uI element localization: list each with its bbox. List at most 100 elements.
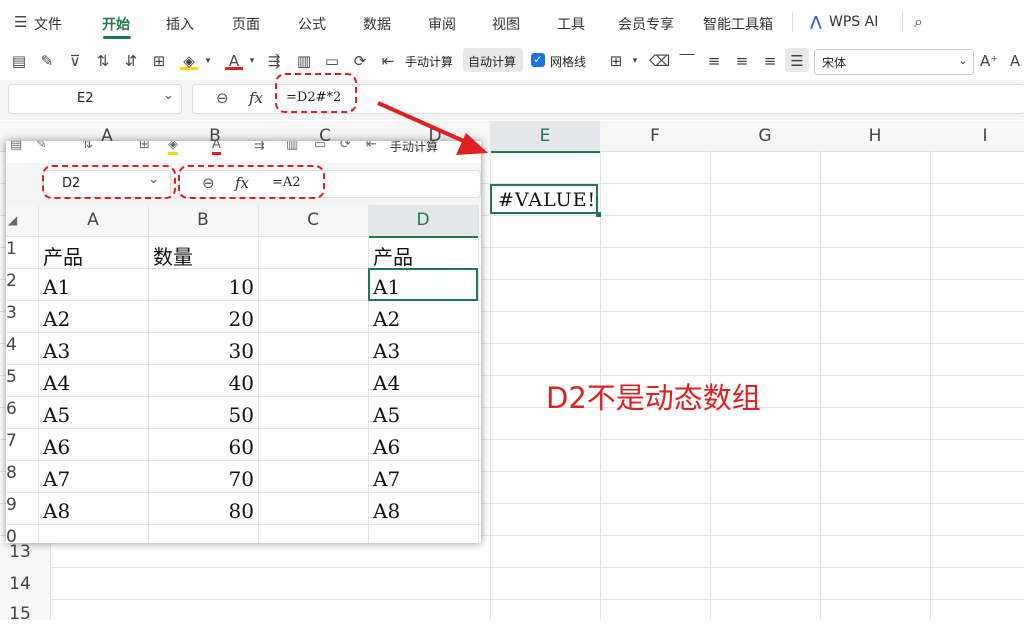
menu-wps-ai[interactable]: WPS AI <box>829 14 878 30</box>
inner-col-header-a: A <box>87 210 99 230</box>
chevron-down-icon[interactable]: ⌄ <box>163 88 174 103</box>
col-header-a[interactable]: A <box>52 121 162 141</box>
menu-tab-tools[interactable]: 工具 <box>557 14 585 34</box>
auto-calc-button[interactable]: 自动计算 <box>468 53 516 70</box>
inner-cell-a7: A6 <box>43 435 71 459</box>
inner-cell-a1: 产品 <box>43 245 83 269</box>
arrow-shaft <box>377 101 469 145</box>
annotation-text: D2不是动态数组 <box>546 381 761 415</box>
menu-file[interactable]: 文件 <box>34 14 62 34</box>
gridline <box>820 151 821 620</box>
menu-divider <box>792 12 793 32</box>
menu-icon[interactable]: ☰ <box>14 13 27 31</box>
inner-cell-a3: A2 <box>43 307 71 331</box>
align-center-icon[interactable]: ≡ <box>733 52 751 70</box>
cell-e2-value: #VALUE! <box>498 189 597 211</box>
menu-tab-formula[interactable]: 公式 <box>298 14 326 34</box>
menu-tab-member[interactable]: 会员专享 <box>618 14 674 34</box>
menu-tab-view[interactable]: 视图 <box>492 14 520 34</box>
inner-cell-a4: A3 <box>43 339 71 363</box>
clear-format-icon[interactable]: ⌫ <box>649 52 670 70</box>
inner-row-header-5: 5 <box>6 367 17 387</box>
menu-divider <box>902 12 903 32</box>
dropdown-arrow-icon[interactable]: ▾ <box>626 52 644 70</box>
increase-font-icon[interactable]: A⁺ <box>980 52 998 70</box>
inner-row-header-8: 8 <box>6 463 17 483</box>
sort-ascending-icon[interactable]: ⇅ <box>94 52 112 70</box>
table-style-icon[interactable]: ⊞ <box>607 52 625 70</box>
zoom-icon[interactable]: ⊖ <box>216 89 229 107</box>
calculate-icon[interactable]: ⟳ <box>351 52 369 70</box>
paste-icon[interactable]: ▤ <box>10 52 28 70</box>
merge-cells-icon[interactable]: ▥ <box>295 52 313 70</box>
fill-handle[interactable] <box>596 212 601 217</box>
paste-icon: ▤ <box>10 141 23 152</box>
gridline <box>490 151 491 620</box>
gridlines-checkbox[interactable]: ✓ <box>531 53 545 67</box>
inner-cell-a2: A1 <box>43 275 71 299</box>
decrease-font-icon[interactable]: A <box>1006 52 1024 70</box>
format-painter-icon[interactable]: ✎ <box>38 52 56 70</box>
search-icon[interactable]: ⌕ <box>914 12 923 32</box>
fill-color-icon: ◈ <box>168 141 178 155</box>
select-all-icon: ◢ <box>8 213 18 227</box>
gridline <box>930 151 931 620</box>
recalc-icon[interactable]: ⇤ <box>379 52 397 70</box>
gridline <box>6 364 481 365</box>
row-header-14[interactable]: 14 <box>0 574 40 594</box>
wrap-text-icon: ⇶ <box>254 141 265 152</box>
col-header-f[interactable]: F <box>600 121 710 151</box>
sort-ascending-icon: ⇅ <box>82 141 93 152</box>
col-header-b[interactable]: B <box>160 121 270 141</box>
borders-icon[interactable]: ⊞ <box>150 52 168 70</box>
gridlines-label: 网格线 <box>550 55 587 69</box>
row-header-13[interactable]: 13 <box>0 542 40 562</box>
fx-icon[interactable]: fx <box>249 89 263 107</box>
borders-icon: ⊞ <box>139 141 150 152</box>
align-left-icon[interactable]: ≡ <box>705 52 723 70</box>
col-header-i[interactable]: I <box>930 121 1024 151</box>
inner-cell-b6: 50 <box>228 403 254 427</box>
gridline <box>6 332 481 333</box>
inner-row-header-1: 1 <box>6 239 17 259</box>
inner-sheet-window: ▤ ✎ ⇅ ⊞ ◈ A ⇶ ▥ ▭ ⟳ ⇤ 手动计算 D2 ⌄ ⊖ fx =A2… <box>6 141 481 543</box>
name-box-value: E2 <box>77 91 94 106</box>
inner-cell-b3: 20 <box>228 307 254 331</box>
sort-descending-icon[interactable]: ⇵ <box>122 52 140 70</box>
col-header-c[interactable]: C <box>270 121 380 141</box>
col-header-g[interactable]: G <box>710 121 820 151</box>
align-top-icon[interactable]: ⎺ <box>678 52 696 70</box>
menu-tab-data[interactable]: 数据 <box>363 14 391 34</box>
wrap-text-icon[interactable]: ⇶ <box>265 52 283 70</box>
align-right-icon[interactable]: ≡ <box>761 52 779 70</box>
chevron-down-icon[interactable]: ⌄ <box>954 52 972 70</box>
inner-col-header-d: D <box>416 210 430 230</box>
align-justify-icon[interactable]: ☰ <box>788 52 806 70</box>
gridline <box>0 599 1024 600</box>
menu-tab-smart-toolbox[interactable]: 智能工具箱 <box>703 14 773 34</box>
col-header-e[interactable]: E <box>490 121 600 151</box>
manual-calc-button[interactable]: 手动计算 <box>405 53 453 70</box>
dropdown-arrow-icon[interactable]: ▾ <box>199 52 217 70</box>
menu-tab-start[interactable]: 开始 <box>102 14 130 34</box>
gridline <box>6 492 481 493</box>
inner-cell-d8: A7 <box>373 467 401 491</box>
font-color-icon: A <box>212 141 221 155</box>
name-box[interactable] <box>8 84 182 114</box>
inner-cell-d7: A6 <box>373 435 401 459</box>
comment-icon[interactable]: ▭ <box>323 52 341 70</box>
menu-tab-review[interactable]: 审阅 <box>428 14 456 34</box>
filter-icon[interactable]: ⊽ <box>66 52 84 70</box>
row-header-15[interactable]: 15 <box>0 604 40 624</box>
dropdown-arrow-icon[interactable]: ▾ <box>243 52 261 70</box>
inner-cell-a9: A8 <box>43 499 71 523</box>
inner-formula-highlight <box>178 165 325 199</box>
menu-tab-page[interactable]: 页面 <box>232 14 260 34</box>
inner-name-highlight <box>42 165 176 199</box>
font-color-icon[interactable]: A <box>225 52 243 70</box>
col-header-h[interactable]: H <box>820 121 930 151</box>
fill-color-icon[interactable]: ◈ <box>180 52 198 70</box>
inner-cell-d3: A2 <box>373 307 401 331</box>
gridline <box>258 205 259 543</box>
menu-tab-insert[interactable]: 插入 <box>166 14 194 34</box>
